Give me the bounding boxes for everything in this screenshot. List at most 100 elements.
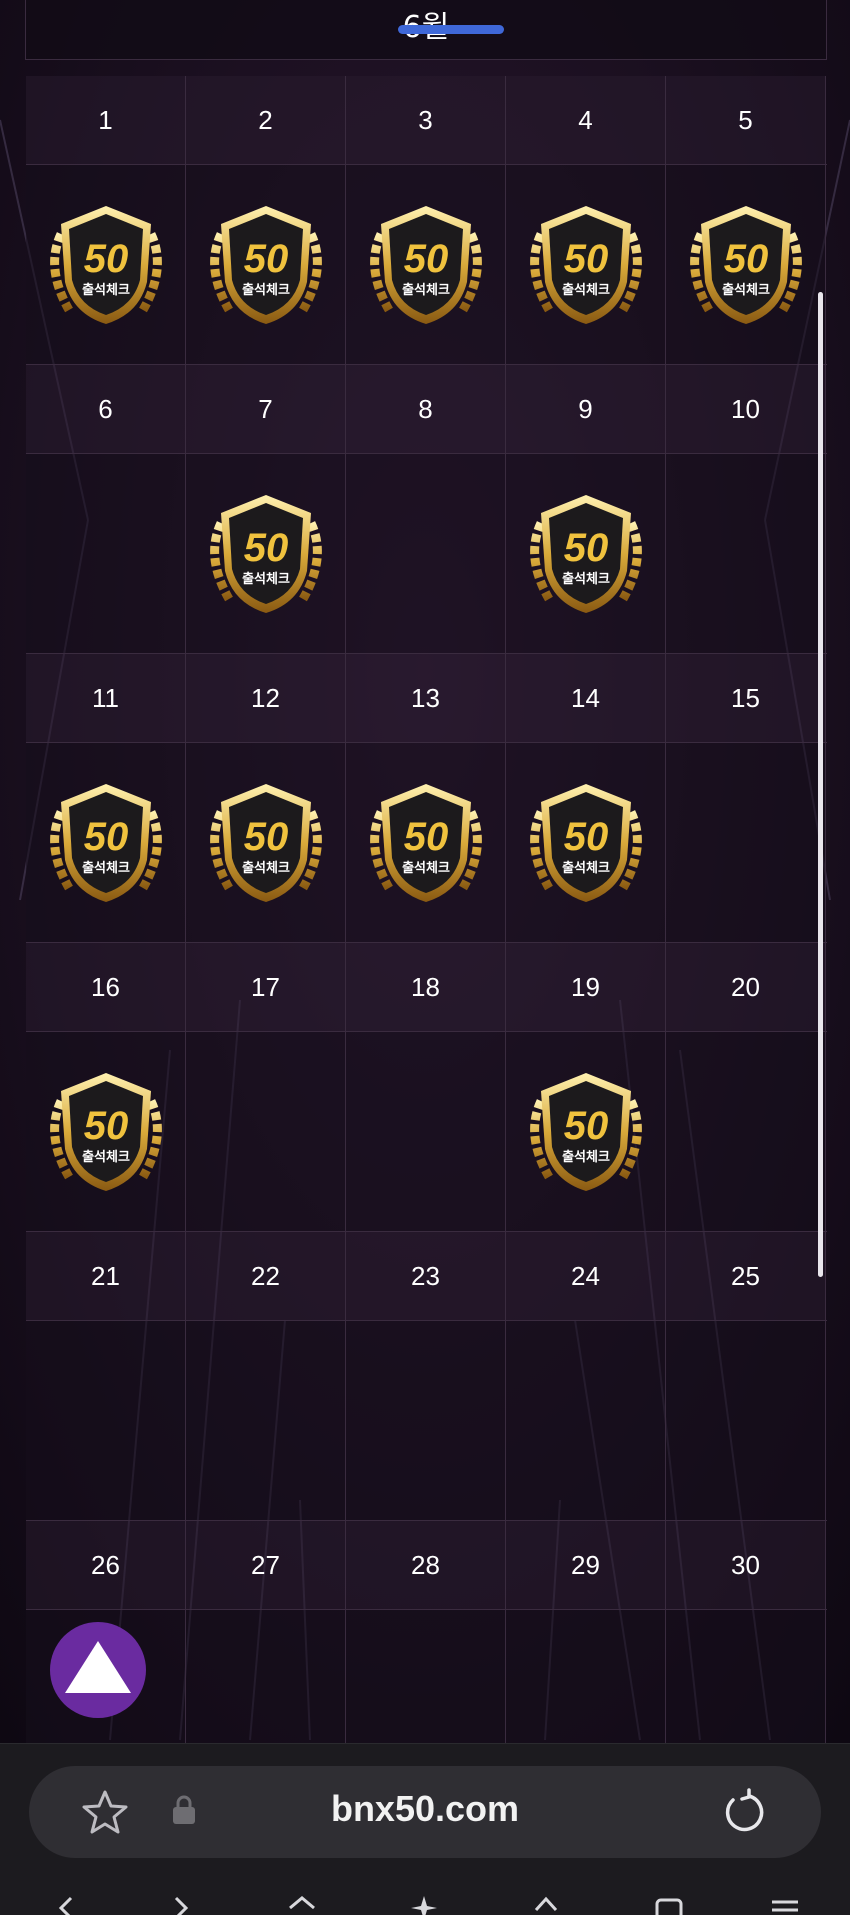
week-day-number-row: 11 12 13 14 15 <box>26 654 827 743</box>
attendance-cell: 50 출석체크 <box>506 454 666 653</box>
day-number: 10 <box>666 365 826 453</box>
day-number: 23 <box>346 1232 506 1320</box>
badge-number: 50 <box>563 815 608 859</box>
attendance-badge-icon: 50출석체크 <box>49 1072 162 1191</box>
day-number: 29 <box>506 1521 666 1609</box>
week-attendance-row: 50 출석체크 50 출석체크 <box>26 1032 827 1232</box>
badge-number: 50 <box>83 815 128 859</box>
scroll-top-button[interactable] <box>50 1622 146 1718</box>
week-day-number-row: 21 22 23 24 25 <box>26 1232 827 1321</box>
day-number: 24 <box>506 1232 666 1320</box>
reload-icon[interactable] <box>719 1788 767 1836</box>
day-number: 14 <box>506 654 666 742</box>
week-day-number-row: 26 27 28 29 30 <box>26 1521 827 1610</box>
attendance-cell <box>666 1032 826 1231</box>
badge-label: 출석체크 <box>402 282 450 298</box>
attendance-badge-icon: 50출석체크 <box>209 494 322 613</box>
forward-icon[interactable] <box>168 1896 192 1915</box>
day-number: 28 <box>346 1521 506 1609</box>
attendance-badge-icon: 50출석체크 <box>529 783 642 902</box>
url-text[interactable]: bnx50.com <box>29 1788 821 1830</box>
attendance-cell <box>346 454 506 653</box>
badge-label: 출석체크 <box>242 571 290 587</box>
scrollbar-thumb[interactable] <box>818 292 823 1277</box>
attendance-cell: 50 출석체크 <box>26 165 186 364</box>
triangle-up-icon <box>65 1641 131 1693</box>
badge-label: 출석체크 <box>722 282 770 298</box>
badge-label: 출석체크 <box>242 282 290 298</box>
day-number: 20 <box>666 943 826 1031</box>
attendance-cell <box>26 1321 186 1520</box>
attendance-badge-icon: 50출석체크 <box>529 1072 642 1191</box>
attendance-cell: 50 출석체크 <box>186 165 346 364</box>
ai-sparkle-icon[interactable] <box>410 1896 438 1915</box>
badge-label: 출석체크 <box>562 1149 610 1165</box>
day-number: 4 <box>506 76 666 164</box>
day-number: 21 <box>26 1232 186 1320</box>
attendance-cell: 50 출석체크 <box>506 743 666 942</box>
attendance-badge-icon: 50출석체크 <box>529 205 642 324</box>
attendance-cell: 50 출석체크 <box>346 165 506 364</box>
badge-label: 출석체크 <box>562 282 610 298</box>
day-number: 8 <box>346 365 506 453</box>
day-number: 11 <box>26 654 186 742</box>
day-number: 5 <box>666 76 826 164</box>
attendance-badge-icon: 50출석체크 <box>209 783 322 902</box>
badge-label: 출석체크 <box>82 1149 130 1165</box>
attendance-cell <box>346 1321 506 1520</box>
day-number: 3 <box>346 76 506 164</box>
badge-number: 50 <box>243 815 288 859</box>
day-number: 13 <box>346 654 506 742</box>
week-day-number-row: 12345 <box>26 76 827 165</box>
week-attendance-row: 50 출석체크 50 출석체크 50 출석체크 50 출석체크 <box>26 743 827 943</box>
day-number: 26 <box>26 1521 186 1609</box>
browser-bar: bnx50.com <box>0 1743 850 1915</box>
badge-number: 50 <box>563 237 608 281</box>
badge-label: 출석체크 <box>82 860 130 876</box>
menu-icon[interactable] <box>770 1896 800 1915</box>
attendance-badge-icon: 50출석체크 <box>49 783 162 902</box>
day-number: 7 <box>186 365 346 453</box>
attendance-cell <box>666 1321 826 1520</box>
attendance-cell <box>506 1321 666 1520</box>
month-title: 6월 <box>26 2 826 46</box>
attendance-cell: 50 출석체크 <box>506 1032 666 1231</box>
attendance-badge-icon: 50출석체크 <box>529 494 642 613</box>
week-attendance-row: 50 출석체크 50 출석체크 50 출석체크 50 출석체크 50 출석체크 <box>26 165 827 365</box>
attendance-badge-icon: 50출석체크 <box>209 205 322 324</box>
badge-label: 출석체크 <box>82 282 130 298</box>
attendance-badge-icon: 50출석체크 <box>49 205 162 324</box>
badge-label: 출석체크 <box>402 860 450 876</box>
day-number: 6 <box>26 365 186 453</box>
badge-number: 50 <box>243 237 288 281</box>
week-attendance-row <box>26 1321 827 1521</box>
day-number: 18 <box>346 943 506 1031</box>
home-icon[interactable] <box>288 1896 316 1915</box>
day-number: 15 <box>666 654 826 742</box>
day-number: 1 <box>26 76 186 164</box>
day-number: 19 <box>506 943 666 1031</box>
badge-number: 50 <box>403 237 448 281</box>
share-icon[interactable] <box>532 1896 560 1915</box>
day-number: 16 <box>26 943 186 1031</box>
day-number: 27 <box>186 1521 346 1609</box>
badge-number: 50 <box>563 526 608 570</box>
month-underline <box>398 25 504 34</box>
tabs-icon[interactable] <box>655 1896 685 1915</box>
day-number: 17 <box>186 943 346 1031</box>
back-icon[interactable] <box>55 1896 79 1915</box>
attendance-cell: 50 출석체크 <box>186 454 346 653</box>
badge-number: 50 <box>563 1104 608 1148</box>
attendance-badge-icon: 50출석체크 <box>369 205 482 324</box>
address-bar[interactable]: bnx50.com <box>29 1766 821 1858</box>
attendance-cell <box>666 454 826 653</box>
attendance-cell <box>666 743 826 942</box>
badge-label: 출석체크 <box>562 571 610 587</box>
calendar-grid: 1 2 3 4 5 50 출석체크 50 출석체크 50 출석체크 50 출석체크 50 출석체크 6 7 8 9 1… <box>26 76 827 1810</box>
attendance-cell: 50 출석체크 <box>26 1032 186 1231</box>
attendance-cell: 50 출석체크 <box>506 165 666 364</box>
attendance-cell <box>346 1032 506 1231</box>
day-number: 25 <box>666 1232 826 1320</box>
browser-nav-row <box>0 1894 850 1915</box>
attendance-cell: 50 출석체크 <box>186 743 346 942</box>
